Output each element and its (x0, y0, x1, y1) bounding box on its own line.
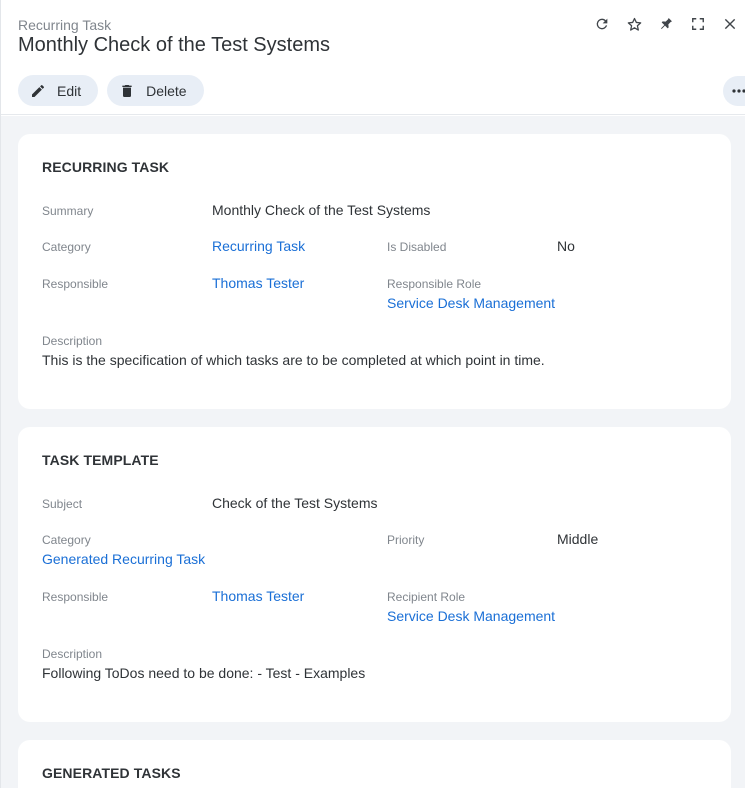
category-label: Category (42, 240, 91, 254)
priority-label: Priority (387, 533, 425, 547)
delete-label: Delete (146, 82, 187, 99)
more-options-button[interactable] (723, 76, 745, 106)
responsible-label: Responsible (42, 277, 109, 291)
task-template-section-title: TASK TEMPLATE (42, 452, 159, 468)
category-link[interactable]: Recurring Task (212, 238, 305, 254)
delete-button[interactable]: Delete (107, 75, 204, 106)
template-responsible-label: Responsible (42, 590, 109, 604)
detail-panel: Recurring Task Monthly Check of the Test… (0, 0, 745, 788)
pencil-icon (29, 82, 47, 100)
edit-button[interactable]: Edit (18, 75, 99, 106)
header-toolbar (586, 14, 745, 34)
recurring-task-section-title: RECURRING TASK (42, 159, 170, 175)
trash-icon (118, 82, 136, 100)
task-template-card: TASK TEMPLATE Subject Check of the Test … (18, 427, 731, 722)
generated-tasks-card: GENERATED TASKS (18, 740, 731, 788)
subject-value: Check of the Test Systems (212, 495, 378, 511)
expand-icon[interactable] (682, 14, 714, 34)
action-bar: Edit Delete (18, 75, 204, 106)
summary-value: Monthly Check of the Test Systems (212, 202, 431, 218)
content-area[interactable]: RECURRING TASK Summary Monthly Check of … (1, 116, 745, 788)
summary-label: Summary (42, 204, 94, 218)
description-value: This is the specification of which tasks… (42, 352, 545, 368)
recurring-task-card: RECURRING TASK Summary Monthly Check of … (18, 134, 731, 409)
subject-label: Subject (42, 497, 83, 511)
generated-tasks-section-title: GENERATED TASKS (42, 765, 181, 781)
page-title: Monthly Check of the Test Systems (18, 34, 330, 56)
responsible-role-link[interactable]: Service Desk Management (387, 295, 555, 311)
template-description-label: Description (42, 647, 103, 661)
responsible-link[interactable]: Thomas Tester (212, 275, 304, 291)
breadcrumb[interactable]: Recurring Task (18, 17, 111, 33)
recipient-role-link[interactable]: Service Desk Management (387, 608, 555, 624)
template-description-value: Following ToDos need to be done: - Test … (42, 665, 366, 681)
template-category-label: Category (42, 533, 91, 547)
is-disabled-label: Is Disabled (387, 240, 447, 254)
is-disabled-value: No (557, 238, 575, 254)
recipient-role-label: Recipient Role (387, 590, 466, 604)
priority-value: Middle (557, 531, 599, 547)
star-icon[interactable] (618, 14, 650, 34)
close-icon[interactable] (714, 14, 745, 34)
description-label: Description (42, 334, 103, 348)
template-responsible-link[interactable]: Thomas Tester (212, 588, 304, 604)
more-icon (732, 89, 745, 93)
refresh-icon[interactable] (586, 14, 618, 34)
template-category-link[interactable]: Generated Recurring Task (42, 551, 205, 567)
pin-icon[interactable] (650, 14, 682, 34)
edit-label: Edit (57, 82, 82, 99)
responsible-role-label: Responsible Role (387, 277, 482, 291)
panel-header: Recurring Task Monthly Check of the Test… (1, 0, 745, 115)
